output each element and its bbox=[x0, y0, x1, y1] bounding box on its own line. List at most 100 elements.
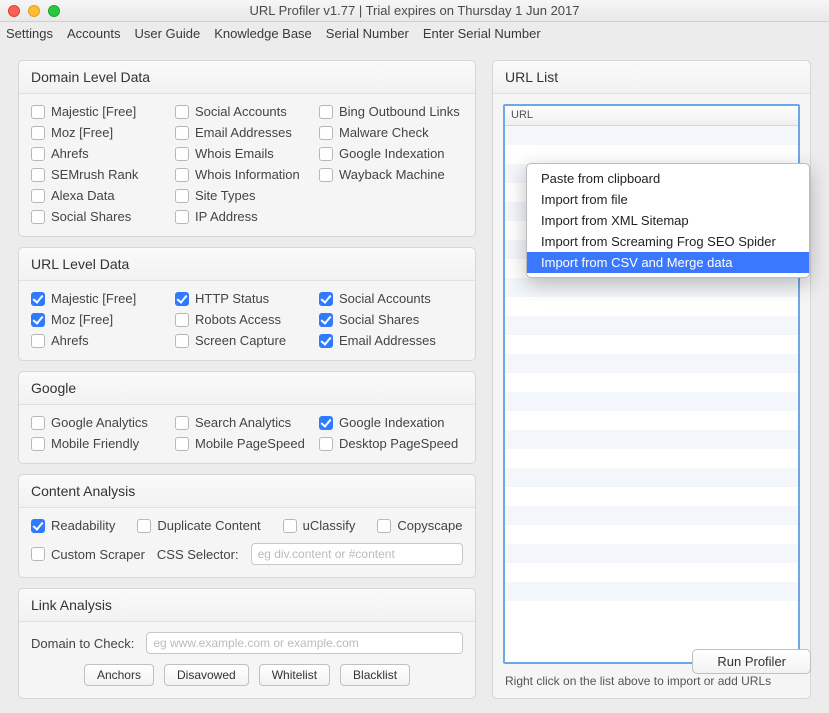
checkbox-box[interactable] bbox=[31, 313, 45, 327]
menu-user-guide[interactable]: User Guide bbox=[134, 26, 200, 41]
checkbox-whois-information[interactable]: Whois Information bbox=[175, 167, 319, 182]
checkbox-site-types[interactable]: Site Types bbox=[175, 188, 319, 203]
checkbox-social-accounts[interactable]: Social Accounts bbox=[175, 104, 319, 119]
checkbox-screen-capture[interactable]: Screen Capture bbox=[175, 333, 319, 348]
checkbox-google-indexation[interactable]: Google Indexation bbox=[319, 415, 463, 430]
checkbox-malware-check[interactable]: Malware Check bbox=[319, 125, 463, 140]
context-menu-item-paste-from-clipboard[interactable]: Paste from clipboard bbox=[527, 168, 809, 189]
list-row[interactable] bbox=[505, 468, 798, 487]
list-row[interactable] bbox=[505, 411, 798, 430]
checkbox-social-shares[interactable]: Social Shares bbox=[31, 209, 175, 224]
checkbox-box[interactable] bbox=[31, 416, 45, 430]
context-menu-item-import-from-csv-and-merge-data[interactable]: Import from CSV and Merge data bbox=[527, 252, 809, 273]
checkbox-box[interactable] bbox=[31, 189, 45, 203]
checkbox-box[interactable] bbox=[31, 437, 45, 451]
checkbox-box[interactable] bbox=[175, 147, 189, 161]
checkbox-box[interactable] bbox=[175, 189, 189, 203]
checkbox-email-addresses[interactable]: Email Addresses bbox=[175, 125, 319, 140]
checkbox-box[interactable] bbox=[31, 126, 45, 140]
minimize-icon[interactable] bbox=[28, 5, 40, 17]
checkbox-duplicate-content[interactable]: Duplicate Content bbox=[137, 518, 260, 533]
checkbox-alexa-data[interactable]: Alexa Data bbox=[31, 188, 175, 203]
checkbox-box[interactable] bbox=[175, 416, 189, 430]
checkbox-box[interactable] bbox=[137, 519, 151, 533]
checkbox-box[interactable] bbox=[31, 147, 45, 161]
list-row[interactable] bbox=[505, 297, 798, 316]
checkbox-box[interactable] bbox=[175, 210, 189, 224]
checkbox-search-analytics[interactable]: Search Analytics bbox=[175, 415, 319, 430]
list-row[interactable] bbox=[505, 487, 798, 506]
checkbox-box[interactable] bbox=[377, 519, 391, 533]
context-menu-item-import-from-screaming-frog-seo-spider[interactable]: Import from Screaming Frog SEO Spider bbox=[527, 231, 809, 252]
checkbox-box[interactable] bbox=[31, 168, 45, 182]
checkbox-box[interactable] bbox=[175, 126, 189, 140]
checkbox-whois-emails[interactable]: Whois Emails bbox=[175, 146, 319, 161]
list-row[interactable] bbox=[505, 525, 798, 544]
whitelist-button[interactable]: Whitelist bbox=[259, 664, 330, 686]
checkbox-box[interactable] bbox=[319, 147, 333, 161]
checkbox-bing-outbound-links[interactable]: Bing Outbound Links bbox=[319, 104, 463, 119]
list-row[interactable] bbox=[505, 601, 798, 620]
checkbox-box[interactable] bbox=[31, 519, 45, 533]
run-profiler-button[interactable]: Run Profiler bbox=[692, 649, 811, 674]
checkbox-readability[interactable]: Readability bbox=[31, 518, 115, 533]
checkbox-box[interactable] bbox=[319, 313, 333, 327]
close-icon[interactable] bbox=[8, 5, 20, 17]
checkbox-email-addresses[interactable]: Email Addresses bbox=[319, 333, 463, 348]
menu-knowledge-base[interactable]: Knowledge Base bbox=[214, 26, 312, 41]
checkbox-box[interactable] bbox=[319, 168, 333, 182]
list-row[interactable] bbox=[505, 316, 798, 335]
list-row[interactable] bbox=[505, 126, 798, 145]
checkbox-box[interactable] bbox=[175, 168, 189, 182]
blacklist-button[interactable]: Blacklist bbox=[340, 664, 410, 686]
list-row[interactable] bbox=[505, 373, 798, 392]
checkbox-http-status[interactable]: HTTP Status bbox=[175, 291, 319, 306]
checkbox-mobile-pagespeed[interactable]: Mobile PageSpeed bbox=[175, 436, 319, 451]
checkbox-google-analytics[interactable]: Google Analytics bbox=[31, 415, 175, 430]
checkbox-copyscape[interactable]: Copyscape bbox=[377, 518, 462, 533]
checkbox-box[interactable] bbox=[319, 126, 333, 140]
checkbox-social-shares[interactable]: Social Shares bbox=[319, 312, 463, 327]
checkbox-box[interactable] bbox=[31, 334, 45, 348]
checkbox-box[interactable] bbox=[319, 334, 333, 348]
checkbox-ahrefs[interactable]: Ahrefs bbox=[31, 333, 175, 348]
checkbox-box[interactable] bbox=[31, 105, 45, 119]
checkbox-social-accounts[interactable]: Social Accounts bbox=[319, 291, 463, 306]
menu-accounts[interactable]: Accounts bbox=[67, 26, 120, 41]
checkbox-ahrefs[interactable]: Ahrefs bbox=[31, 146, 175, 161]
checkbox-moz-free-[interactable]: Moz [Free] bbox=[31, 125, 175, 140]
list-row[interactable] bbox=[505, 278, 798, 297]
list-row[interactable] bbox=[505, 430, 798, 449]
checkbox-box[interactable] bbox=[31, 292, 45, 306]
checkbox-majestic-free-[interactable]: Majestic [Free] bbox=[31, 104, 175, 119]
domain-to-check-input[interactable] bbox=[146, 632, 463, 654]
checkbox-mobile-friendly[interactable]: Mobile Friendly bbox=[31, 436, 175, 451]
checkbox-semrush-rank[interactable]: SEMrush Rank bbox=[31, 167, 175, 182]
checkbox-box[interactable] bbox=[175, 334, 189, 348]
list-row[interactable] bbox=[505, 335, 798, 354]
checkbox-box[interactable] bbox=[319, 105, 333, 119]
zoom-icon[interactable] bbox=[48, 5, 60, 17]
context-menu-item-import-from-xml-sitemap[interactable]: Import from XML Sitemap bbox=[527, 210, 809, 231]
list-row[interactable] bbox=[505, 354, 798, 373]
list-row[interactable] bbox=[505, 449, 798, 468]
list-row[interactable] bbox=[505, 392, 798, 411]
checkbox-robots-access[interactable]: Robots Access bbox=[175, 312, 319, 327]
checkbox-box[interactable] bbox=[175, 105, 189, 119]
checkbox-uclassify[interactable]: uClassify bbox=[283, 518, 356, 533]
checkbox-box[interactable] bbox=[175, 437, 189, 451]
checkbox-google-indexation[interactable]: Google Indexation bbox=[319, 146, 463, 161]
list-row[interactable] bbox=[505, 582, 798, 601]
css-selector-input[interactable] bbox=[251, 543, 463, 565]
list-row[interactable] bbox=[505, 563, 798, 582]
checkbox-box[interactable] bbox=[175, 313, 189, 327]
disavowed-button[interactable]: Disavowed bbox=[164, 664, 249, 686]
menu-serial-number[interactable]: Serial Number bbox=[326, 26, 409, 41]
list-row[interactable] bbox=[505, 544, 798, 563]
list-row[interactable] bbox=[505, 145, 798, 164]
list-row[interactable] bbox=[505, 506, 798, 525]
menu-enter-serial-number[interactable]: Enter Serial Number bbox=[423, 26, 541, 41]
checkbox-wayback-machine[interactable]: Wayback Machine bbox=[319, 167, 463, 182]
checkbox-custom-scraper[interactable]: Custom Scraper bbox=[31, 547, 145, 562]
checkbox-box[interactable] bbox=[283, 519, 297, 533]
